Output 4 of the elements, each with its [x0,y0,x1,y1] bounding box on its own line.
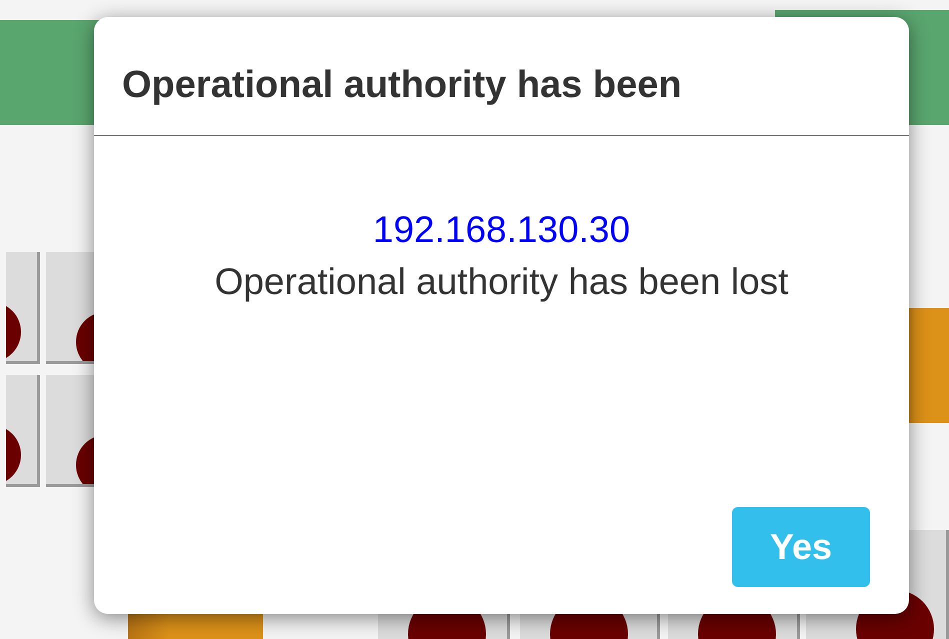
dialog-title: Operational authority has been [122,63,683,108]
dialog-message: Operational authority has been lost [214,260,788,304]
yes-button[interactable]: Yes [732,507,870,587]
ip-address: 192.168.130.30 [372,208,630,252]
